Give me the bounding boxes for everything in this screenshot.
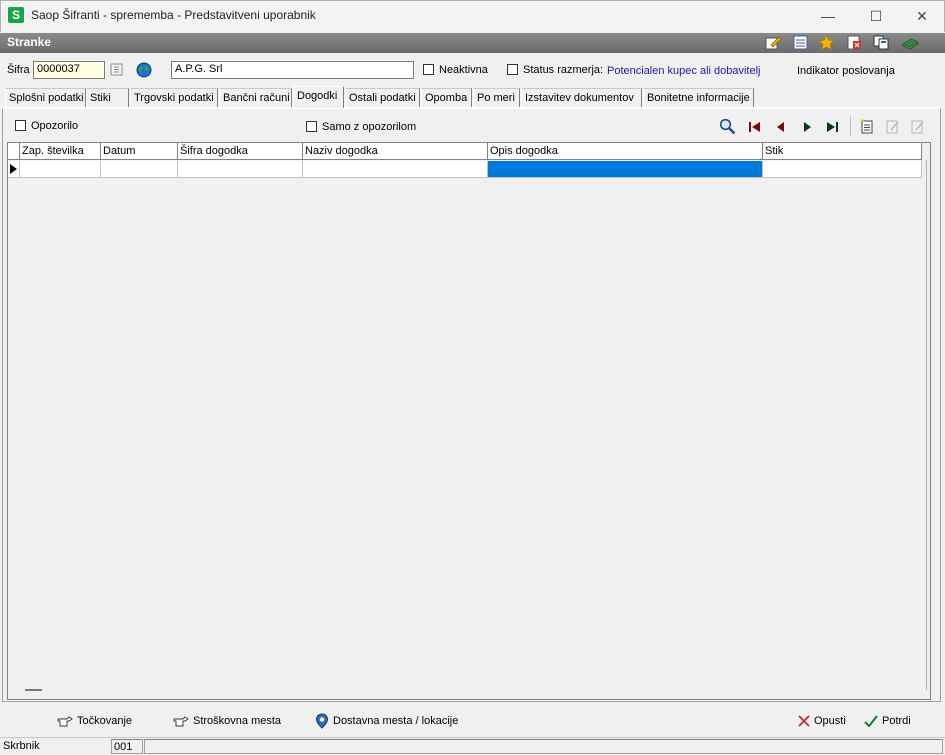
last-record-icon[interactable]: [825, 120, 839, 134]
status-label: Status razmerja:: [523, 64, 604, 76]
book-icon[interactable]: [902, 35, 919, 50]
samo-opozorilom-label: Samo z opozorilom: [322, 121, 417, 133]
minimize-button[interactable]: —: [808, 4, 848, 28]
col-opis-dogodka[interactable]: Opis dogodka: [488, 143, 763, 160]
edit-record-icon[interactable]: [885, 119, 900, 134]
pointing-hand-icon: [173, 716, 189, 727]
cell-datum[interactable]: [101, 161, 178, 178]
name-field[interactable]: A.P.G. Srl: [171, 61, 414, 79]
dostavna-mesta-label: Dostavna mesta / lokacije: [333, 715, 459, 727]
tab-dogodki[interactable]: Dogodki: [293, 86, 344, 108]
tab-ostali-podatki[interactable]: Ostali podatki: [345, 88, 420, 107]
horizontal-scrollbar-thumb[interactable]: [25, 689, 42, 691]
search-icon[interactable]: [719, 118, 736, 135]
cell-sifra-dogodka[interactable]: [178, 161, 303, 178]
cancel-x-icon: [798, 715, 810, 727]
col-sifra-dogodka[interactable]: Šifra dogodka: [178, 143, 303, 160]
stroskovna-mesta-label: Stroškovna mesta: [193, 715, 282, 727]
close-button[interactable]: ✕: [902, 4, 942, 28]
events-grid[interactable]: [7, 142, 931, 700]
potrdi-label: Potrdi: [882, 715, 911, 727]
row-indicator[interactable]: [8, 161, 20, 178]
window-title: Saop Šifranti - sprememba - Predstavitve…: [31, 8, 316, 22]
opusti-label: Opusti: [814, 715, 846, 727]
delete-record-icon[interactable]: [910, 119, 925, 134]
neaktivna-label: Neaktivna: [439, 64, 488, 76]
star-icon[interactable]: [818, 35, 835, 50]
indikator-label: Indikator poslovanja: [797, 65, 895, 77]
globe-icon[interactable]: [136, 62, 152, 78]
list-icon[interactable]: [792, 35, 809, 50]
grid-corner: [8, 143, 20, 160]
dostavna-mesta-button[interactable]: Dostavna mesta / lokacije: [315, 712, 458, 730]
next-record-icon[interactable]: [800, 120, 814, 134]
status-message: [144, 739, 943, 754]
tab-izstavitev-dokumentov[interactable]: Izstavitev dokumentov: [521, 88, 642, 107]
tockovanje-label: Točkovanje: [77, 715, 133, 727]
neaktivna-checkbox[interactable]: [423, 64, 434, 75]
potrdi-button[interactable]: Potrdi: [864, 712, 911, 730]
status-checkbox[interactable]: [507, 64, 518, 75]
location-pin-icon: [315, 713, 329, 729]
cell-zap-stevilka[interactable]: [20, 161, 101, 178]
previous-record-icon[interactable]: [774, 120, 788, 134]
status-value: Potencialen kupec ali dobavitelj: [607, 65, 761, 77]
toolbar-separator: [850, 116, 851, 136]
first-record-icon[interactable]: [748, 120, 762, 134]
delete-icon[interactable]: [846, 35, 863, 50]
stroskovna-mesta-button[interactable]: Stroškovna mesta: [173, 712, 281, 730]
samo-opozorilom-checkbox[interactable]: [306, 121, 317, 132]
copy-icon[interactable]: [873, 35, 890, 50]
status-user: Skrbnik: [3, 740, 40, 752]
tab-bonitetne-informacije[interactable]: Bonitetne informacije: [643, 88, 754, 107]
tab-po-meri[interactable]: Po meri: [473, 88, 520, 107]
status-code: 001: [111, 739, 143, 754]
cell-opis-dogodka-selected[interactable]: [488, 161, 763, 178]
col-zap-stevilka[interactable]: Zap. številka: [20, 143, 101, 160]
opozorilo-checkbox[interactable]: [15, 120, 26, 131]
tab-opomba[interactable]: Opomba: [421, 88, 472, 107]
maximize-button[interactable]: ☐: [856, 4, 896, 28]
tab-bancni-racuni[interactable]: Bančni računi: [219, 88, 292, 107]
tab-trgovski-podatki[interactable]: Trgovski podatki: [130, 88, 218, 107]
cell-naziv-dogodka[interactable]: [303, 161, 488, 178]
new-record-icon[interactable]: [859, 119, 874, 134]
tockovanje-button[interactable]: Točkovanje: [57, 712, 132, 730]
opozorilo-label: Opozorilo: [31, 120, 79, 132]
col-datum[interactable]: Datum: [101, 143, 178, 160]
current-row-arrow-icon: [10, 164, 17, 174]
tab-splosni-podatki[interactable]: Splošni podatki: [5, 88, 86, 107]
cell-stik[interactable]: [763, 161, 922, 178]
app-icon: S: [8, 7, 24, 23]
sifra-label: Šifra: [7, 64, 30, 76]
vertical-scrollbar[interactable]: [922, 160, 931, 690]
opusti-button[interactable]: Opusti: [798, 712, 846, 730]
sifra-field[interactable]: 0000037: [33, 61, 105, 79]
col-naziv-dogodka[interactable]: Naziv dogodka: [303, 143, 488, 160]
edit-icon[interactable]: [765, 35, 782, 50]
checkmark-icon: [864, 714, 878, 727]
page-title: Stranke: [7, 35, 52, 49]
pointing-hand-icon: [57, 716, 73, 727]
tab-stiki[interactable]: Stiki: [86, 88, 129, 107]
lookup-icon[interactable]: [110, 63, 123, 76]
col-stik[interactable]: Stik: [763, 143, 922, 160]
